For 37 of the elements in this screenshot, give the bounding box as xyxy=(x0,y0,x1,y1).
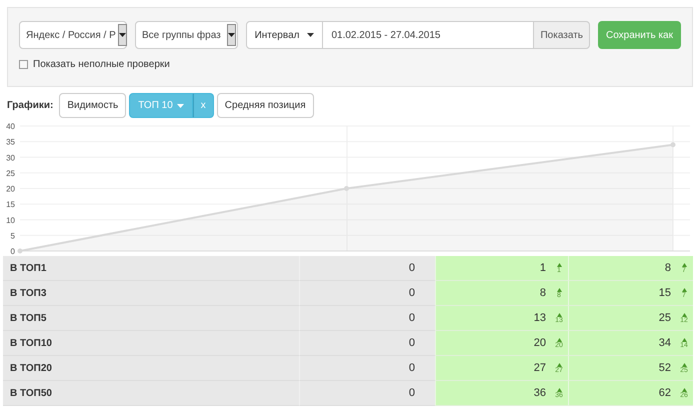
table-cell: В ТОП50 xyxy=(3,381,299,406)
date-range-field[interactable]: 01.02.2015 - 27.04.2015 xyxy=(323,21,534,49)
table-cell: В ТОП3 xyxy=(3,281,299,306)
charts-label: Графики: xyxy=(7,99,54,113)
y-axis-label: 30 xyxy=(6,153,15,162)
dropdown-select[interactable]: Все группы фраз xyxy=(135,21,238,49)
table-cell: 0 xyxy=(299,256,435,281)
table-cell: 0 xyxy=(299,306,435,331)
table-cell: В ТОП1 xyxy=(3,256,299,281)
checkbox[interactable] xyxy=(19,60,28,69)
table-cell: В ТОП5 xyxy=(3,306,299,331)
table-cell: В ТОП10 xyxy=(3,331,299,356)
caret-icon xyxy=(118,33,126,37)
y-axis-label: 10 xyxy=(6,216,15,225)
caret-icon xyxy=(307,33,314,37)
chart-tab[interactable]: Видимость xyxy=(59,93,126,118)
chart-tab[interactable]: Средняя позиция xyxy=(216,93,314,118)
caret-icon xyxy=(228,33,235,37)
y-axis-label: 25 xyxy=(6,168,15,178)
dropdown-select[interactable]: Яндекс / Россия / Р xyxy=(19,21,127,49)
data-point xyxy=(344,186,349,191)
y-axis-label: 15 xyxy=(6,200,15,210)
table-cell: 0 xyxy=(299,281,435,306)
y-axis-label: 20 xyxy=(6,184,15,194)
y-axis-label: 40 xyxy=(6,122,15,131)
checkbox-label: Показать неполные проверки xyxy=(33,58,170,72)
interval-dropdown[interactable]: Интервал xyxy=(246,21,324,49)
caret-icon xyxy=(176,104,184,108)
y-axis-label: 35 xyxy=(6,138,15,147)
data-point xyxy=(670,142,676,148)
show-button[interactable]: Показать xyxy=(533,21,590,49)
table-cell: 0 xyxy=(299,381,435,406)
table-cell: 0 xyxy=(299,356,435,381)
table-cell: В ТОП20 xyxy=(3,356,299,381)
y-axis-label: 5 xyxy=(10,231,15,240)
table-cell: 0 xyxy=(299,331,435,356)
y-axis-label: 0 xyxy=(10,247,15,256)
